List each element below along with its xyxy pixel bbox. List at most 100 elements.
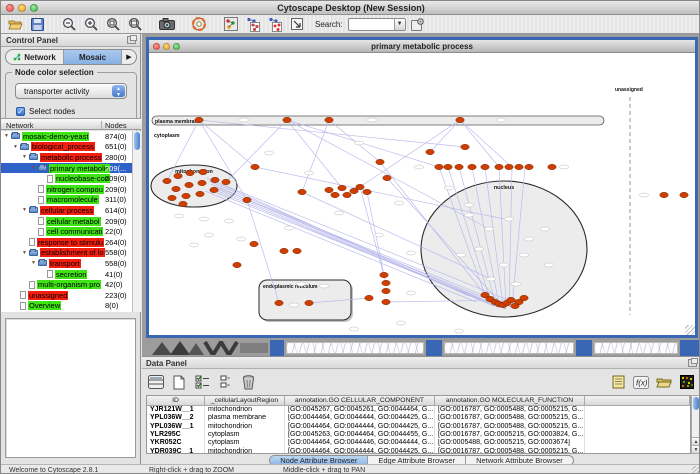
- table-cell[interactable]: [585, 414, 690, 422]
- expand-triangle-icon[interactable]: ▼: [22, 250, 28, 256]
- tab-mosaic[interactable]: Mosaic: [64, 50, 122, 64]
- table-cell[interactable]: [GO:0044464, GO:0044444, GO:0044425, G..…: [285, 447, 435, 454]
- search-dropdown-icon[interactable]: ▼: [394, 19, 405, 30]
- network-node[interactable]: [495, 164, 503, 169]
- network-node[interactable]: [210, 187, 218, 192]
- import-attributes-icon[interactable]: [654, 373, 674, 392]
- tab-overflow-icon[interactable]: ▶: [122, 50, 136, 64]
- merge-network-icon[interactable]: [243, 16, 263, 32]
- tree-row[interactable]: macromolecule311(0): [1, 195, 132, 206]
- tree-row[interactable]: ▼cellular process614(0): [1, 205, 132, 216]
- table-row[interactable]: YJR121W__1mitochondrion[GO:0045267, GO:0…: [147, 406, 690, 414]
- network-node[interactable]: [179, 201, 187, 206]
- table-header-cell[interactable]: _cellularLayoutRegion: [205, 396, 285, 405]
- background-window-thumbnail[interactable]: [594, 342, 678, 354]
- tree-row[interactable]: nucleobase-con209(0): [1, 173, 132, 184]
- delete-attribute-icon[interactable]: [238, 373, 258, 392]
- network-node[interactable]: [505, 164, 513, 169]
- tree-row[interactable]: cellular metabol209(0): [1, 216, 132, 227]
- network-node[interactable]: [168, 195, 176, 200]
- network-node[interactable]: [198, 180, 206, 185]
- table-cell[interactable]: YDR039C__1: [147, 447, 205, 454]
- expand-triangle-icon[interactable]: ▼: [31, 260, 37, 266]
- network-node[interactable]: [186, 170, 194, 175]
- network-node[interactable]: [250, 241, 258, 246]
- table-header-cell[interactable]: annotation.GO CELLULAR_COMPONENT: [285, 396, 435, 405]
- float-data-panel-icon[interactable]: [688, 359, 697, 367]
- tree-row[interactable]: Overview8(0): [1, 301, 132, 312]
- background-window-thumbnail[interactable]: [286, 342, 424, 354]
- table-cell[interactable]: [GO:0045263, GO:0044464, GO:0044455, G..…: [285, 430, 435, 438]
- network-node[interactable]: [251, 164, 259, 169]
- table-cell[interactable]: cytoplasm: [205, 439, 285, 447]
- network-canvas[interactable]: plasma membranecytoplasmmitochondrionnuc…: [149, 53, 695, 335]
- tree-row[interactable]: unassigned223(0): [1, 290, 132, 301]
- network-node[interactable]: [435, 164, 443, 169]
- table-cell[interactable]: YPL036W__2: [147, 414, 205, 422]
- create-attribute-icon[interactable]: [169, 373, 189, 392]
- search-input[interactable]: ▼: [348, 18, 406, 31]
- network-node[interactable]: [275, 300, 283, 305]
- vizmapper-icon[interactable]: [221, 16, 241, 32]
- network-node[interactable]: [363, 189, 371, 194]
- network-node[interactable]: [305, 300, 313, 305]
- table-row[interactable]: YPL036W__2plasma membrane[GO:0044464, GO…: [147, 414, 690, 422]
- attribute-notes-icon[interactable]: [608, 373, 628, 392]
- network-node[interactable]: [461, 144, 469, 149]
- table-cell[interactable]: mitochondrion: [205, 422, 285, 430]
- tree-scrollbar[interactable]: [132, 131, 141, 312]
- tree-row[interactable]: nitrogen compou209(0): [1, 184, 132, 195]
- network-window-titlebar[interactable]: primary metabolic process: [149, 40, 695, 53]
- network-node[interactable]: [243, 197, 251, 202]
- network-node[interactable]: [172, 186, 180, 191]
- table-scrollbar[interactable]: ▲ ▼: [691, 395, 700, 454]
- network-node[interactable]: [233, 262, 241, 267]
- table-row[interactable]: YDR039C__1mitochondrion[GO:0044464, GO:0…: [147, 447, 690, 454]
- network-node[interactable]: [356, 184, 364, 189]
- network-node[interactable]: [456, 117, 464, 122]
- table-cell[interactable]: mitochondrion: [205, 447, 285, 454]
- expand-triangle-icon[interactable]: ▼: [22, 207, 28, 213]
- network-node[interactable]: [507, 297, 515, 302]
- network-node[interactable]: [382, 280, 390, 285]
- table-cell[interactable]: [GO:0016787, GO:0005215, GO:0003824, G..…: [435, 430, 585, 438]
- network-node[interactable]: [383, 175, 391, 180]
- network-node[interactable]: [199, 169, 207, 174]
- scroll-down-icon[interactable]: ▼: [692, 445, 700, 453]
- tree-row[interactable]: ▼transport558(0): [1, 258, 132, 269]
- formula-icon[interactable]: f(x): [631, 373, 651, 392]
- table-cell[interactable]: [GO:0016787, GO:0005488, GO:0005215, G..…: [435, 447, 585, 454]
- tree-row[interactable]: ▼mosaic-demo-yeast874(0): [1, 131, 132, 142]
- table-cell[interactable]: [585, 406, 690, 414]
- matrix-icon[interactable]: [677, 373, 697, 392]
- table-cell[interactable]: [GO:0016787, GO:0005488, GO:0005215, G..…: [435, 422, 585, 430]
- tree-row[interactable]: ▼biological_process651(0): [1, 142, 132, 153]
- expand-triangle-icon[interactable]: ▼: [4, 133, 10, 139]
- network-node[interactable]: [548, 164, 556, 169]
- table-header-cell[interactable]: annotation.GO MOLECULAR_FUNCTION: [435, 396, 585, 405]
- select-nodes-checkbox[interactable]: ✓: [16, 107, 25, 116]
- birds-eye-view[interactable]: [5, 318, 136, 458]
- network-node[interactable]: [680, 192, 688, 197]
- table-cell[interactable]: [585, 430, 690, 438]
- table-cell[interactable]: YLR295C: [147, 430, 205, 438]
- network-node[interactable]: [174, 173, 182, 178]
- tree-row[interactable]: response to stimulu264(0): [1, 237, 132, 248]
- expand-triangle-icon[interactable]: ▼: [22, 154, 28, 160]
- network-node[interactable]: [468, 164, 476, 169]
- table-header-cell[interactable]: ID: [147, 396, 205, 405]
- tree-row[interactable]: multi-organism pro42(0): [1, 279, 132, 290]
- help-icon[interactable]: [189, 16, 209, 32]
- table-row[interactable]: YKR052Ccytoplasm[GO:0044464, GO:0044446,…: [147, 439, 690, 447]
- network-node[interactable]: [298, 189, 306, 194]
- background-window-thumbnail[interactable]: [444, 342, 574, 354]
- tree-row[interactable]: ▼primary metabolic209(...: [1, 163, 132, 174]
- table-cell[interactable]: [585, 447, 690, 454]
- network-node[interactable]: [365, 295, 373, 300]
- modify-network-icon[interactable]: [265, 16, 285, 32]
- scroll-up-icon[interactable]: ▲: [692, 437, 700, 445]
- import-icon[interactable]: [287, 16, 307, 32]
- tree-row[interactable]: ▼metabolic process280(0): [1, 152, 132, 163]
- zoom-fit-icon[interactable]: [125, 16, 145, 32]
- table-cell[interactable]: [GO:0005488, GO:0005215, GO:0003674]: [435, 439, 585, 447]
